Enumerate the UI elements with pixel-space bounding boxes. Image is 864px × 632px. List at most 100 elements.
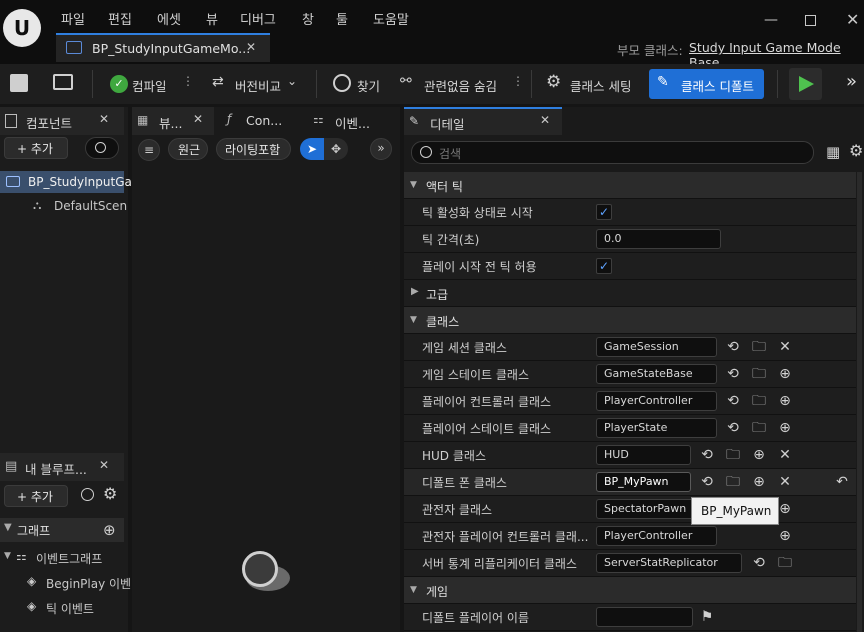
- event-tab[interactable]: ⚏ 이벤...: [306, 107, 398, 135]
- play-button[interactable]: [789, 68, 822, 100]
- hide-unrelated-icon[interactable]: ⚯: [400, 73, 412, 89]
- add-icon[interactable]: ⊕: [777, 366, 793, 382]
- find-button[interactable]: 찾기: [357, 76, 380, 95]
- perspective-button[interactable]: 원근: [168, 138, 208, 160]
- construction-tab[interactable]: ƒ Con...: [218, 107, 302, 135]
- use-selected-icon[interactable]: ⟲: [725, 366, 741, 382]
- tick-event-item[interactable]: 틱 이벤트: [46, 600, 94, 617]
- move-mode-icon[interactable]: ✥: [324, 138, 348, 160]
- unreal-logo-icon[interactable]: U: [3, 9, 41, 47]
- browse-icon[interactable]: 🗀: [751, 420, 767, 436]
- event-graph-item[interactable]: 이벤트그래프: [36, 550, 102, 567]
- flag-icon[interactable]: ⚑: [699, 609, 715, 625]
- search-icon[interactable]: [85, 137, 119, 159]
- section-advanced[interactable]: ▶ 고급: [404, 280, 856, 307]
- default-player-name-input[interactable]: [596, 607, 693, 627]
- save-icon[interactable]: [10, 74, 28, 92]
- scene-component-label[interactable]: DefaultScen: [54, 199, 127, 213]
- tick-before-play-checkbox[interactable]: ✓: [596, 258, 612, 274]
- viewport-tab[interactable]: ▦ 뷰... ✕: [132, 107, 214, 135]
- hide-unrelated-button[interactable]: 관련없음 숨김: [424, 76, 497, 95]
- menu-view[interactable]: 뷰: [206, 9, 218, 28]
- section-game[interactable]: ▼ 게임: [404, 577, 856, 604]
- details-tab[interactable]: ✎ 디테일 ✕: [404, 107, 562, 135]
- menu-asset[interactable]: 에셋: [157, 9, 181, 28]
- settings-icon[interactable]: ⚙: [103, 484, 117, 503]
- use-selected-icon[interactable]: ⟲: [699, 474, 715, 490]
- select-mode-icon[interactable]: ➤: [300, 138, 324, 160]
- diff-icon[interactable]: ⇄: [212, 74, 224, 90]
- browse-icon[interactable]: 🗀: [751, 393, 767, 409]
- add-member-button[interactable]: + 추가: [4, 485, 68, 507]
- close-icon[interactable]: ✕: [99, 458, 109, 472]
- class-settings-button[interactable]: 클래스 세팅: [570, 76, 631, 95]
- browse-icon[interactable]: 🗀: [751, 366, 767, 382]
- use-selected-icon[interactable]: ⟲: [751, 555, 767, 571]
- overflow-icon[interactable]: »: [846, 71, 857, 92]
- close-tab-icon[interactable]: ✕: [246, 40, 256, 54]
- section-classes[interactable]: ▼ 클래스: [404, 307, 856, 334]
- search-icon[interactable]: [81, 488, 94, 501]
- add-icon[interactable]: ⊕: [751, 447, 767, 463]
- class-defaults-button[interactable]: ✎ 클래스 디폴트: [649, 69, 764, 99]
- gear-icon[interactable]: ⚙: [546, 72, 561, 92]
- browse-icon[interactable]: 🗀: [777, 555, 793, 571]
- hud-combo[interactable]: HUD: [596, 445, 691, 465]
- menu-debug[interactable]: 디버그: [240, 9, 276, 28]
- settings-icon[interactable]: ⚙: [849, 141, 863, 160]
- default-pawn-combo[interactable]: BP_MyPawn: [596, 472, 691, 492]
- compile-options-icon[interactable]: ⋮: [182, 74, 194, 88]
- graphs-section[interactable]: ▼ 그래프 ⊕: [0, 518, 124, 542]
- details-scrollbar[interactable]: [857, 172, 862, 632]
- use-selected-icon[interactable]: ⟲: [725, 420, 741, 436]
- browse-icon[interactable]: [53, 74, 73, 90]
- use-selected-icon[interactable]: ⟲: [699, 447, 715, 463]
- browse-icon[interactable]: 🗀: [725, 447, 741, 463]
- add-graph-icon[interactable]: ⊕: [103, 521, 116, 539]
- add-icon[interactable]: ⊕: [777, 501, 793, 517]
- close-icon[interactable]: ✕: [99, 112, 109, 126]
- expand-icon[interactable]: ▼: [4, 551, 11, 561]
- browse-icon[interactable]: 🗀: [751, 339, 767, 355]
- use-selected-icon[interactable]: ⟲: [725, 339, 741, 355]
- game-session-combo[interactable]: GameSession: [596, 337, 717, 357]
- menu-file[interactable]: 파일: [61, 9, 85, 28]
- section-actor-tick[interactable]: ▼ 액터 틱: [404, 172, 856, 199]
- browse-icon[interactable]: 🗀: [725, 474, 741, 490]
- menu-edit[interactable]: 편집: [108, 9, 132, 28]
- clear-icon[interactable]: ✕: [777, 447, 793, 463]
- compile-icon[interactable]: ✓: [110, 75, 128, 93]
- tick-interval-input[interactable]: 0.0: [596, 229, 721, 249]
- components-tab[interactable]: 컴포넌트 ✕: [0, 107, 124, 135]
- details-search[interactable]: 검색: [411, 141, 814, 164]
- add-icon[interactable]: ⊕: [777, 528, 793, 544]
- minimize-icon[interactable]: —: [764, 12, 778, 28]
- expand-toolbar-icon[interactable]: »: [370, 138, 392, 160]
- reset-to-default-icon[interactable]: ↶: [834, 474, 850, 490]
- game-state-combo[interactable]: GameStateBase: [596, 364, 717, 384]
- add-icon[interactable]: ⊕: [751, 474, 767, 490]
- diff-button[interactable]: 버전비교: [235, 76, 281, 95]
- add-icon[interactable]: ⊕: [777, 393, 793, 409]
- more-options-icon[interactable]: ⋮: [512, 74, 524, 88]
- table-view-icon[interactable]: ▦: [826, 143, 840, 161]
- use-selected-icon[interactable]: ⟲: [725, 393, 741, 409]
- viewport-menu-icon[interactable]: ≡: [138, 139, 160, 161]
- spectator-controller-combo[interactable]: PlayerController: [596, 526, 717, 546]
- component-root[interactable]: BP_StudyInputGa: [0, 171, 132, 193]
- tick-start-checkbox[interactable]: ✓: [596, 204, 612, 220]
- begin-play-item[interactable]: BeginPlay 이벤: [46, 575, 131, 592]
- menu-tools[interactable]: 툴: [336, 9, 348, 28]
- add-component-button[interactable]: + 추가: [4, 137, 68, 159]
- find-icon[interactable]: [333, 74, 351, 92]
- add-icon[interactable]: ⊕: [777, 420, 793, 436]
- close-icon[interactable]: ✕: [540, 113, 550, 127]
- close-icon[interactable]: ✕: [193, 112, 203, 126]
- clear-icon[interactable]: ✕: [777, 339, 793, 355]
- menu-help[interactable]: 도움말: [373, 9, 409, 28]
- server-stat-combo[interactable]: ServerStatReplicator: [596, 553, 742, 573]
- document-tab[interactable]: BP_StudyInputGameMo... ✕: [56, 33, 270, 62]
- clear-icon[interactable]: ✕: [777, 474, 793, 490]
- close-window-icon[interactable]: ✕: [846, 10, 859, 29]
- player-controller-combo[interactable]: PlayerController: [596, 391, 717, 411]
